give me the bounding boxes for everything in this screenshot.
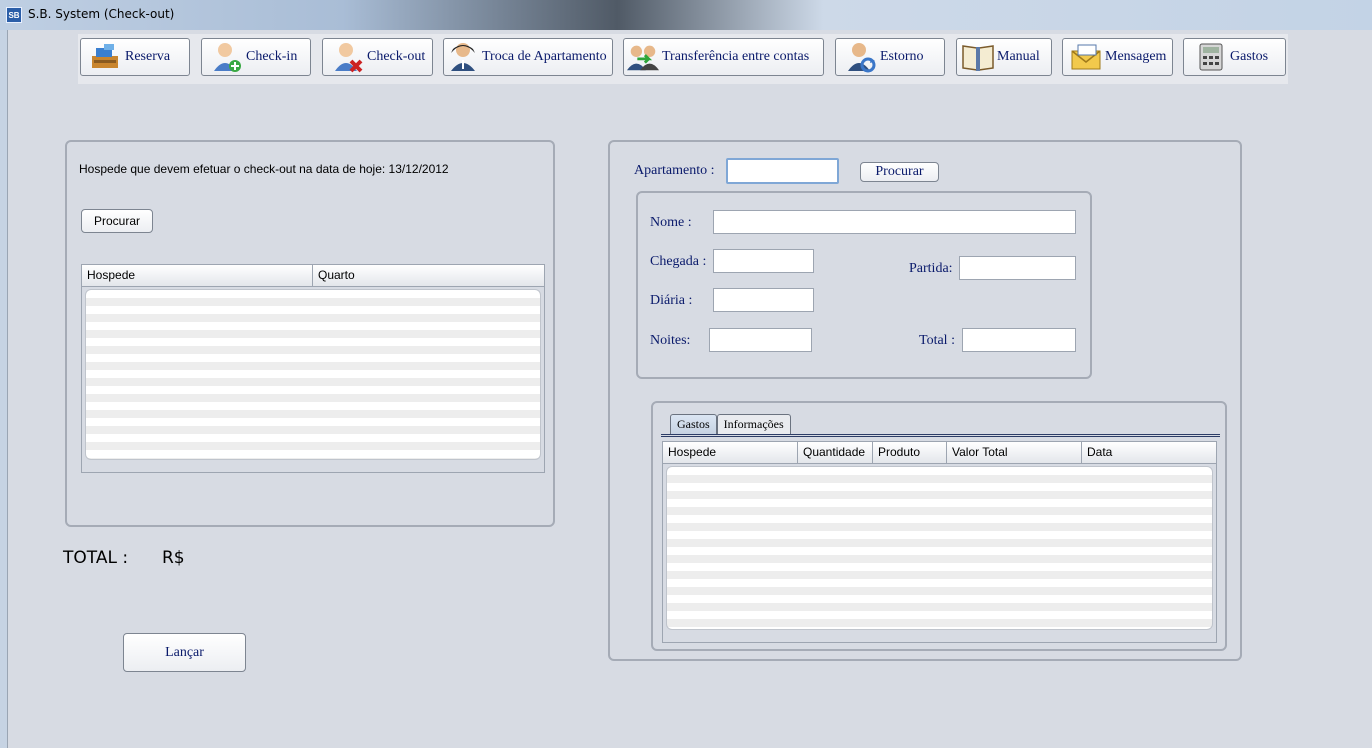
- user-refresh-icon: [844, 40, 878, 74]
- tab-separator: [661, 434, 1220, 437]
- user-remove-icon: [331, 40, 365, 74]
- estorno-label: Estorno: [880, 49, 924, 64]
- table-header: Hospede Quarto: [82, 265, 544, 287]
- mensagem-button[interactable]: Mensagem: [1062, 38, 1173, 76]
- apartamento-input[interactable]: [726, 158, 839, 184]
- calculator-icon: [1194, 40, 1228, 74]
- window-title: S.B. System (Check-out): [28, 7, 175, 21]
- partida-label: Partida:: [909, 261, 953, 276]
- transferencia-contas-button[interactable]: Transferência entre contas: [623, 38, 824, 76]
- manual-label: Manual: [997, 49, 1040, 64]
- column-header-quantidade[interactable]: Quantidade: [798, 442, 873, 464]
- check-out-label: Check-out: [367, 49, 426, 64]
- apartment-panel: Apartamento : Procurar Nome : Chegada : …: [608, 140, 1242, 661]
- total-currency: R$: [162, 548, 185, 568]
- account-details-group: Gastos Informações Hospede Quantidade Pr…: [651, 401, 1227, 651]
- chegada-field[interactable]: [713, 249, 814, 273]
- mensagem-label: Mensagem: [1105, 49, 1167, 64]
- table-body[interactable]: [85, 289, 541, 460]
- noites-label: Noites:: [650, 333, 691, 348]
- guest-details-group: Nome : Chegada : Partida: Diária : Noite…: [636, 191, 1092, 379]
- table-body[interactable]: [666, 466, 1213, 630]
- troca-apartamento-label: Troca de Apartamento: [482, 49, 607, 64]
- column-header-produto[interactable]: Produto: [873, 442, 947, 464]
- gastos-label: Gastos: [1230, 49, 1269, 64]
- app-icon: SB: [6, 7, 22, 23]
- procurar-hospedes-button[interactable]: Procurar: [81, 209, 153, 233]
- lancar-button[interactable]: Lançar: [123, 633, 246, 672]
- book-icon: [961, 40, 995, 74]
- column-header-hospede[interactable]: Hospede: [82, 265, 313, 287]
- apartamento-label: Apartamento :: [634, 163, 715, 178]
- table-header: Hospede Quantidade Produto Valor Total D…: [663, 442, 1216, 464]
- diaria-field[interactable]: [713, 288, 814, 312]
- check-in-button[interactable]: Check-in: [201, 38, 311, 76]
- manual-button[interactable]: Manual: [956, 38, 1052, 76]
- estorno-button[interactable]: Estorno: [835, 38, 945, 76]
- nome-label: Nome :: [650, 215, 692, 230]
- partida-field[interactable]: [959, 256, 1076, 280]
- users-transfer-icon: [626, 40, 660, 74]
- reserva-button[interactable]: Reserva: [80, 38, 190, 76]
- total-field[interactable]: [962, 328, 1076, 352]
- expenses-table[interactable]: Hospede Quantidade Produto Valor Total D…: [662, 441, 1217, 643]
- chegada-label: Chegada :: [650, 254, 707, 269]
- troca-apartamento-button[interactable]: Troca de Apartamento: [443, 38, 613, 76]
- total-label: TOTAL :: [63, 548, 129, 568]
- column-header-hospede[interactable]: Hospede: [663, 442, 798, 464]
- toolbar: Reserva Check-in Check-out Troca de Apar…: [78, 34, 1288, 84]
- check-in-label: Check-in: [246, 49, 298, 64]
- total-field-label: Total :: [919, 333, 955, 348]
- column-header-valor-total[interactable]: Valor Total: [947, 442, 1082, 464]
- checkout-guests-table[interactable]: Hospede Quarto: [81, 264, 545, 473]
- checkout-today-heading: Hospede que devem efetuar o check-out na…: [79, 162, 449, 176]
- details-tabs: Gastos Informações: [670, 414, 791, 434]
- column-header-quarto[interactable]: Quarto: [313, 265, 544, 287]
- nome-field[interactable]: [713, 210, 1076, 234]
- transferencia-contas-label: Transferência entre contas: [662, 49, 810, 64]
- cash-register-icon: [89, 40, 123, 74]
- procurar-apartamento-button[interactable]: Procurar: [860, 162, 939, 182]
- user-exchange-icon: [446, 40, 480, 74]
- envelope-icon: [1069, 40, 1103, 74]
- reserva-label: Reserva: [125, 49, 171, 64]
- noites-field[interactable]: [709, 328, 812, 352]
- tab-informacoes[interactable]: Informações: [716, 414, 791, 434]
- check-out-button[interactable]: Check-out: [322, 38, 433, 76]
- gastos-button[interactable]: Gastos: [1183, 38, 1286, 76]
- window-frame-left: [0, 30, 8, 748]
- tab-gastos[interactable]: Gastos: [670, 414, 717, 434]
- checkout-today-panel: Hospede que devem efetuar o check-out na…: [65, 140, 555, 527]
- column-header-data[interactable]: Data: [1082, 442, 1216, 464]
- title-bar[interactable]: SB S.B. System (Check-out): [0, 0, 1372, 30]
- user-add-icon: [210, 40, 244, 74]
- diaria-label: Diária :: [650, 293, 693, 308]
